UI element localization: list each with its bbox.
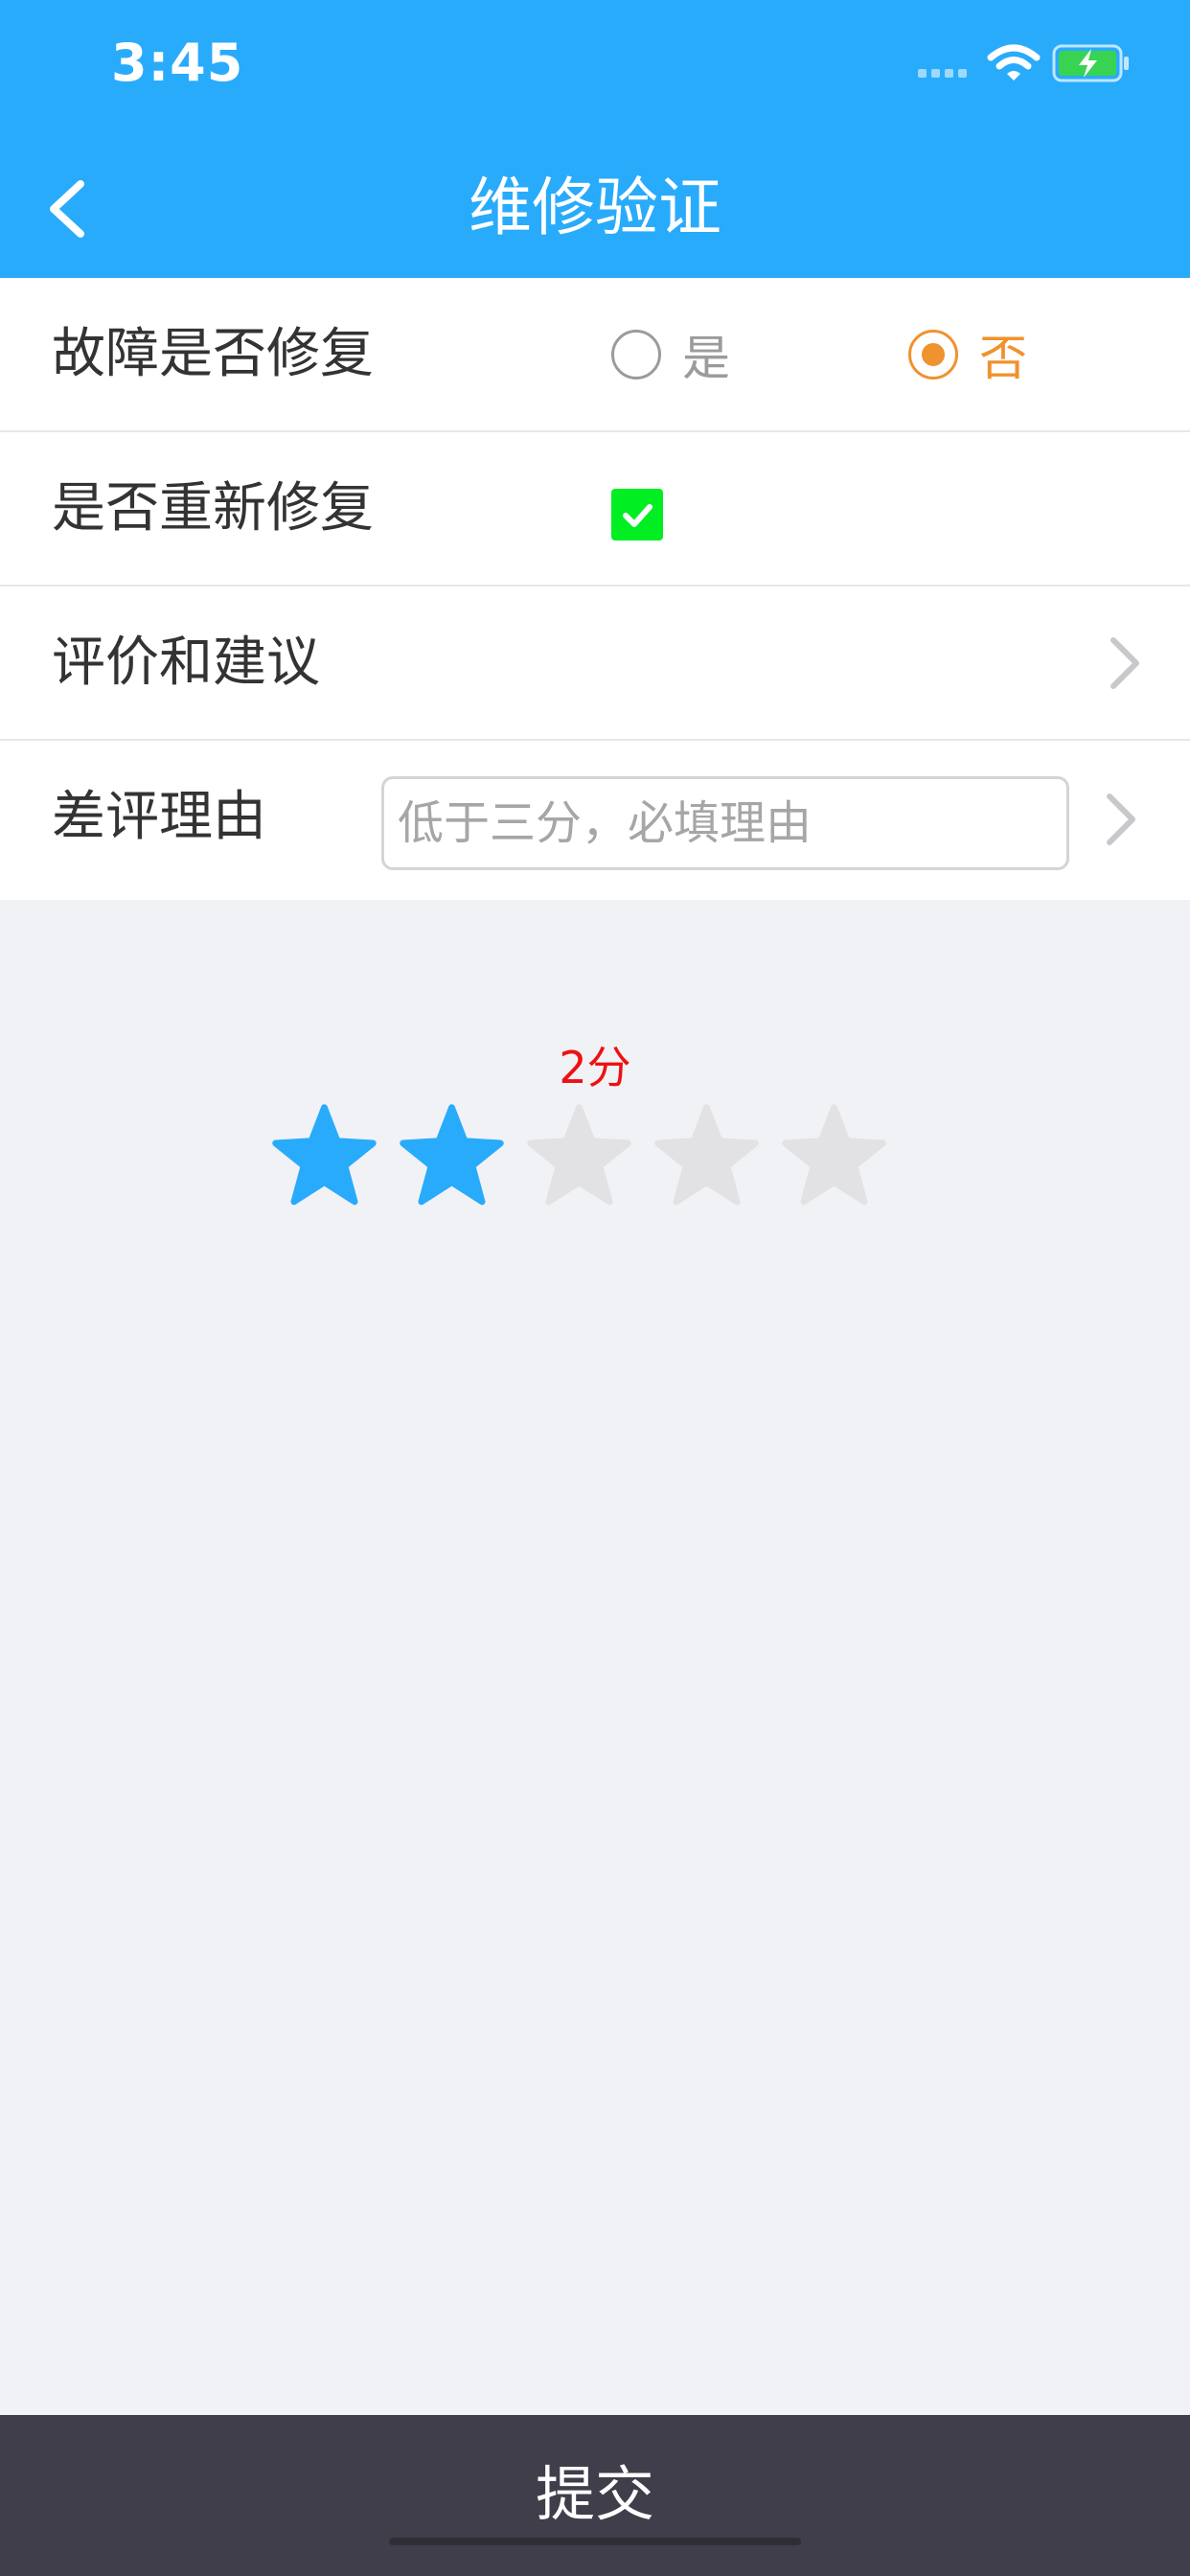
radio-no[interactable]: 否 xyxy=(908,327,1027,386)
radio-yes-label: 是 xyxy=(682,331,730,386)
wifi-icon xyxy=(987,44,1041,80)
home-indicator xyxy=(389,2538,801,2545)
battery-charging-icon xyxy=(1052,44,1129,82)
bad-review-label: 差评理由 xyxy=(52,786,266,848)
status-time: 3:45 xyxy=(111,33,244,93)
evaluation-label: 评价和建议 xyxy=(52,632,320,694)
star-empty-icon[interactable] xyxy=(652,1102,761,1210)
star-empty-icon[interactable] xyxy=(780,1102,888,1210)
chevron-right-icon xyxy=(1107,794,1135,845)
radio-no-label: 否 xyxy=(979,331,1027,386)
evaluation-row[interactable]: 评价和建议 xyxy=(0,586,1190,741)
radio-no-circle[interactable] xyxy=(908,330,958,380)
radio-yes-circle[interactable] xyxy=(611,330,661,380)
submit-button[interactable]: 提交 xyxy=(0,2415,1190,2576)
star-filled-icon[interactable] xyxy=(270,1102,378,1210)
score-label: 2分 xyxy=(559,1042,631,1093)
re-repair-row: 是否重新修复 xyxy=(0,432,1190,586)
re-repair-label: 是否重新修复 xyxy=(52,477,374,540)
bad-review-reason-input[interactable] xyxy=(381,776,1069,870)
signal-icon xyxy=(918,69,967,78)
checkmark-icon xyxy=(623,504,652,527)
star-rating[interactable] xyxy=(270,1102,888,1210)
header: 3:45 维修验证 xyxy=(0,0,1190,278)
star-empty-icon[interactable] xyxy=(525,1102,633,1210)
star-filled-icon[interactable] xyxy=(398,1102,506,1210)
fault-fixed-row: 故障是否修复 是 否 xyxy=(0,278,1190,432)
radio-yes[interactable]: 是 xyxy=(611,327,730,386)
chevron-right-icon xyxy=(1110,637,1139,689)
fault-fixed-label: 故障是否修复 xyxy=(52,323,374,385)
page-title: 维修验证 xyxy=(469,171,721,244)
re-repair-checkbox[interactable] xyxy=(611,489,663,540)
